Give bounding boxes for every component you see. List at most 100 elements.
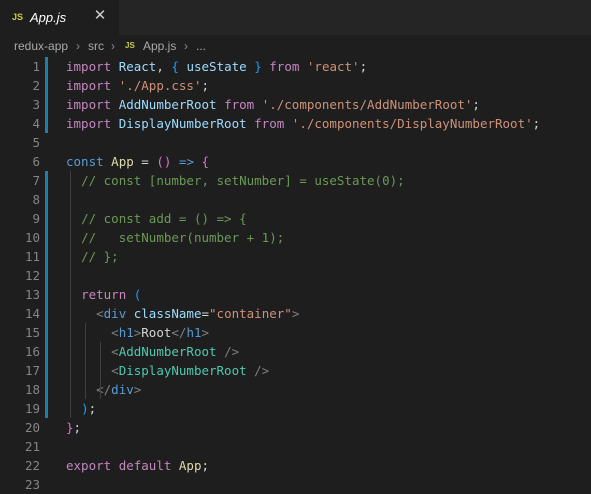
modified-line-indicator[interactable]	[45, 285, 48, 304]
breadcrumb-item-folder[interactable]: src	[88, 39, 104, 53]
code-line[interactable]: 4 import DisplayNumberRoot from './compon…	[0, 114, 591, 133]
code-line[interactable]: 5	[0, 133, 591, 152]
code-token: // setNumber(number + 1);	[81, 230, 285, 245]
code-token: ;	[73, 420, 82, 435]
line-number: 7	[32, 173, 40, 188]
modified-line-indicator[interactable]	[45, 380, 48, 399]
code-token: AddNumberRoot	[118, 344, 217, 359]
modified-line-indicator[interactable]	[45, 247, 48, 266]
code-line[interactable]: 3 import AddNumberRoot from './components…	[0, 95, 591, 114]
code-line[interactable]: 16 <AddNumberRoot />	[0, 342, 591, 361]
code-line[interactable]: 19 );	[0, 399, 591, 418]
breadcrumb-item-symbol[interactable]: ...	[196, 39, 206, 53]
chevron-right-icon: ›	[111, 39, 115, 53]
code-text: import React, { useState } from 'react';	[66, 57, 367, 76]
code-text: // };	[66, 247, 119, 266]
code-text: </div>	[66, 380, 141, 399]
code-text: <div className="container">	[66, 304, 299, 323]
code-token: return	[81, 287, 127, 302]
code-line[interactable]: 13 return (	[0, 285, 591, 304]
code-line[interactable]: 22 export default App;	[0, 456, 591, 475]
code-text: const App = () => {	[66, 152, 209, 171]
code-line[interactable]: 14 <div className="container">	[0, 304, 591, 323]
modified-line-indicator[interactable]	[45, 171, 48, 190]
code-token: ;	[201, 458, 210, 473]
close-icon[interactable]: ✕	[92, 8, 108, 24]
breadcrumb: redux-app › src › JS App.js › ...	[0, 35, 591, 57]
code-line[interactable]: 9 // const add = () => {	[0, 209, 591, 228]
code-line[interactable]: 11 // };	[0, 247, 591, 266]
code-token: App	[178, 458, 202, 473]
code-token: =	[133, 154, 157, 169]
code-line[interactable]: 17 <DisplayNumberRoot />	[0, 361, 591, 380]
modified-line-indicator[interactable]	[45, 361, 48, 380]
code-line[interactable]: 6 const App = () => {	[0, 152, 591, 171]
modified-line-indicator[interactable]	[45, 266, 48, 285]
code-token: export	[66, 458, 112, 473]
code-token: (	[156, 154, 164, 169]
code-line[interactable]: 21	[0, 437, 591, 456]
code-line[interactable]: 8	[0, 190, 591, 209]
code-line[interactable]: 2 import './App.css';	[0, 76, 591, 95]
code-line[interactable]: 15 <h1>Root</h1>	[0, 323, 591, 342]
line-number: 14	[24, 306, 40, 321]
code-line[interactable]: 23	[0, 475, 591, 494]
modified-line-indicator[interactable]	[45, 209, 48, 228]
indent-guide	[70, 171, 71, 418]
code-token: )	[81, 401, 89, 416]
modified-line-indicator[interactable]	[45, 190, 48, 209]
modified-line-indicator[interactable]	[45, 323, 48, 342]
modified-line-indicator[interactable]	[45, 399, 48, 418]
code-token: from	[224, 97, 255, 112]
code-token: DisplayNumberRoot	[118, 116, 247, 131]
code-token: "container"	[209, 306, 292, 321]
code-line[interactable]: 18 </div>	[0, 380, 591, 399]
code-token: ;	[472, 97, 480, 112]
line-number: 8	[32, 192, 40, 207]
tab-bar: JS App.js ✕	[0, 0, 591, 35]
code-text: };	[66, 418, 81, 437]
modified-line-indicator[interactable]	[45, 342, 48, 361]
code-line[interactable]: 10 // setNumber(number + 1);	[0, 228, 591, 247]
breadcrumb-item-project[interactable]: redux-app	[14, 39, 68, 53]
modified-line-indicator[interactable]	[45, 114, 48, 133]
line-number: 9	[32, 211, 40, 226]
code-token: <	[111, 344, 119, 359]
code-token: import	[66, 116, 112, 131]
code-line[interactable]: 20};	[0, 418, 591, 437]
tab-app-js[interactable]: JS App.js ✕	[0, 0, 119, 35]
code-token: ,	[156, 59, 172, 74]
line-number: 23	[24, 477, 40, 492]
modified-line-indicator[interactable]	[45, 228, 48, 247]
line-number: 15	[24, 325, 40, 340]
line-number: 3	[32, 97, 40, 112]
code-text: export default App;	[66, 456, 209, 475]
breadcrumb-item-file[interactable]: App.js	[143, 39, 176, 53]
code-text: import './App.css';	[66, 76, 209, 95]
code-token: React	[118, 59, 157, 74]
code-token: />	[224, 344, 240, 359]
modified-line-indicator[interactable]	[45, 76, 48, 95]
code-line[interactable]: 12	[0, 266, 591, 285]
modified-line-indicator[interactable]	[45, 95, 48, 114]
code-editor[interactable]: 1 import React, { useState } from 'react'…	[0, 57, 591, 494]
code-token: import	[66, 97, 112, 112]
javascript-file-icon: JS	[12, 12, 24, 22]
modified-line-indicator[interactable]	[45, 304, 48, 323]
code-line[interactable]: 1 import React, { useState } from 'react'…	[0, 57, 591, 76]
code-text: <DisplayNumberRoot />	[66, 361, 269, 380]
line-number: 17	[24, 363, 40, 378]
modified-line-indicator[interactable]	[45, 57, 48, 76]
code-token: =>	[178, 154, 194, 169]
code-text: import AddNumberRoot from './components/…	[66, 95, 480, 114]
code-token: App	[111, 154, 134, 169]
code-line[interactable]: 7 // const [number, setNumber] = useStat…	[0, 171, 591, 190]
